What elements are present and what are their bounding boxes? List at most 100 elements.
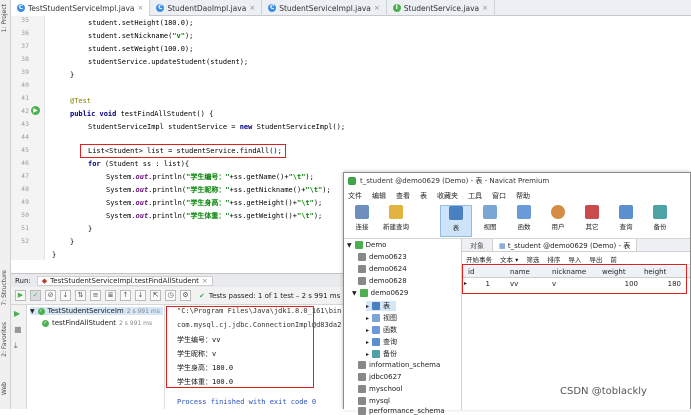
collapse-all-icon[interactable]: ≣	[105, 290, 116, 301]
menu-help[interactable]: 帮助	[516, 191, 530, 201]
menu-window[interactable]: 窗口	[492, 191, 506, 201]
tab-student-service[interactable]: I StudentService.java ×	[387, 0, 495, 16]
table-button[interactable]: 表	[440, 205, 472, 237]
close-icon[interactable]: ×	[202, 277, 208, 285]
next-icon[interactable]: ↓	[135, 290, 146, 301]
tools-icon	[585, 205, 599, 219]
tree-row-class[interactable]: ▼ ✓ TestStudentServiceIm 2 s 991 ms	[30, 307, 163, 315]
tree-db[interactable]: myschool	[358, 385, 402, 393]
tab-student-service-impl[interactable]: C StudentServiceImpl.java ×	[262, 0, 387, 16]
close-icon[interactable]: ×	[249, 4, 255, 12]
structure-tool-button[interactable]: 7: Structure	[1, 270, 8, 306]
tree-db-open[interactable]: ▼ demo0629	[352, 289, 408, 297]
tree-tables[interactable]: ▸ 表	[366, 301, 397, 311]
rerun-icon[interactable]: ▶	[15, 290, 26, 301]
other-button[interactable]: 其它	[576, 205, 608, 237]
code-line-43: StudentServiceImpl studentService = new …	[88, 123, 346, 131]
chevron-right-icon[interactable]: ▸	[366, 327, 369, 334]
tree-db[interactable]: performance_schema	[358, 407, 445, 415]
pin-icon[interactable]: ⤓	[14, 341, 18, 351]
tree-queries[interactable]: ▸ 查询	[366, 337, 397, 347]
history-icon[interactable]: ◷	[165, 290, 176, 301]
line-number: 35	[21, 16, 29, 24]
tree-db[interactable]: demo0623	[358, 253, 407, 261]
table-icon	[372, 302, 381, 310]
code-line-53: }	[52, 251, 57, 259]
backup-button[interactable]: 备份	[644, 205, 676, 237]
text-button[interactable]: 文本 ▾	[500, 254, 518, 264]
connect-button[interactable]: 连接	[346, 205, 378, 237]
close-icon[interactable]: ×	[482, 4, 488, 12]
menu-view[interactable]: 查看	[396, 191, 410, 201]
menu-tools[interactable]: 工具	[468, 191, 482, 201]
grid-highlight	[462, 264, 687, 294]
query-button[interactable]: 查询	[610, 205, 642, 237]
favorites-tool-button[interactable]: 2: Favorites	[1, 322, 8, 357]
more-button[interactable]: 前	[610, 254, 617, 264]
tab-test-student-service-impl[interactable]: C TestStudentServiceImpl.java ×	[11, 0, 151, 16]
view-button[interactable]: 视图	[474, 205, 506, 237]
sort-duration-icon[interactable]: ⇅	[75, 290, 86, 301]
export-button[interactable]: 导出	[589, 254, 602, 264]
web-tool-button[interactable]: Web	[1, 382, 8, 395]
close-icon[interactable]: ×	[137, 4, 143, 12]
tree-db[interactable]: demo0624	[358, 265, 407, 273]
new-query-button[interactable]: 新建查询	[380, 205, 412, 237]
run-config-icon: ◆	[41, 276, 48, 285]
chevron-right-icon[interactable]: ▸	[366, 339, 369, 346]
connection-icon	[354, 241, 363, 249]
chevron-down-icon[interactable]: ▼	[347, 242, 352, 249]
tree-functions[interactable]: ▸ 函数	[366, 325, 397, 335]
expand-all-icon[interactable]: ≡	[90, 290, 101, 301]
chevron-right-icon[interactable]: ▸	[366, 351, 369, 358]
tree-db[interactable]: jdbc0627	[358, 373, 402, 381]
filter-button[interactable]: 筛选	[526, 254, 539, 264]
menu-table[interactable]: 表	[420, 191, 427, 201]
tab-student-dao-impl[interactable]: C StudentDaoImpl.java ×	[150, 0, 263, 16]
query-icon	[619, 205, 633, 219]
sort-button[interactable]: 排序	[547, 254, 560, 264]
run-icon[interactable]: ▶	[14, 309, 20, 318]
run-config-tab[interactable]: ◆ TestStudentServiceImpl.testFindAllStud…	[36, 275, 213, 286]
tab-t-student[interactable]: ▦ t_student @demo0629 (Demo) - 表	[492, 239, 638, 251]
chevron-right-icon[interactable]: ▸	[366, 315, 369, 322]
project-tool-button[interactable]: 1: Project	[1, 4, 8, 32]
console-output[interactable]: "C:\Program Files\Java\jdk1.8.0_161\bin …	[164, 305, 344, 409]
menu-edit[interactable]: 编辑	[372, 191, 386, 201]
close-icon[interactable]: ×	[374, 4, 380, 12]
sort-alpha-icon[interactable]: ↓	[60, 290, 71, 301]
tab-objects[interactable]: 对象	[462, 239, 492, 251]
user-button[interactable]: 用户	[542, 205, 574, 237]
tree-views[interactable]: ▸ 视图	[366, 313, 397, 323]
export-icon[interactable]: ⇱	[150, 290, 161, 301]
function-button[interactable]: 函数	[508, 205, 540, 237]
tree-db[interactable]: information_schema	[358, 361, 440, 369]
line-number: 46	[21, 159, 29, 167]
stop-icon[interactable]: ■	[14, 325, 22, 334]
show-ignored-icon[interactable]: ⊘	[45, 290, 56, 301]
settings-icon[interactable]: ⚙	[180, 290, 191, 301]
menu-favorites[interactable]: 收藏夹	[437, 191, 458, 201]
chevron-right-icon[interactable]: ▸	[366, 303, 369, 310]
tree-row-method[interactable]: ✓ testFindAllStudent 2 s 991 ms	[42, 319, 152, 327]
tree-db[interactable]: demo0628	[358, 277, 407, 285]
table-icon	[449, 206, 463, 220]
run-test-icon[interactable]: ▶	[31, 106, 40, 115]
test-tree: ▼ ✓ TestStudentServiceIm 2 s 991 ms ✓ te…	[28, 305, 163, 409]
console-highlight	[166, 306, 314, 388]
previous-icon[interactable]: ↑	[120, 290, 131, 301]
show-passed-icon[interactable]: ✓	[30, 290, 41, 301]
import-button[interactable]: 导入	[568, 254, 581, 264]
tree-db[interactable]: mysql	[358, 397, 390, 405]
line-number: 37	[21, 42, 29, 50]
tree-backups[interactable]: ▸ 备份	[366, 349, 397, 359]
tree-connection-demo[interactable]: ▼ Demo	[347, 241, 386, 249]
menu-file[interactable]: 文件	[348, 191, 362, 201]
code-line-46: for (Student ss : list){	[88, 160, 190, 168]
chevron-down-icon[interactable]: ▼	[352, 290, 357, 297]
chevron-down-icon[interactable]: ▼	[30, 308, 35, 315]
code-line-38: studentService.updateStudent(student);	[88, 58, 249, 66]
code-line-39: }	[70, 71, 75, 79]
begin-transaction-button[interactable]: 开始事务	[466, 254, 492, 264]
code-line-45: List<Student> list = studentService.find…	[88, 147, 282, 155]
